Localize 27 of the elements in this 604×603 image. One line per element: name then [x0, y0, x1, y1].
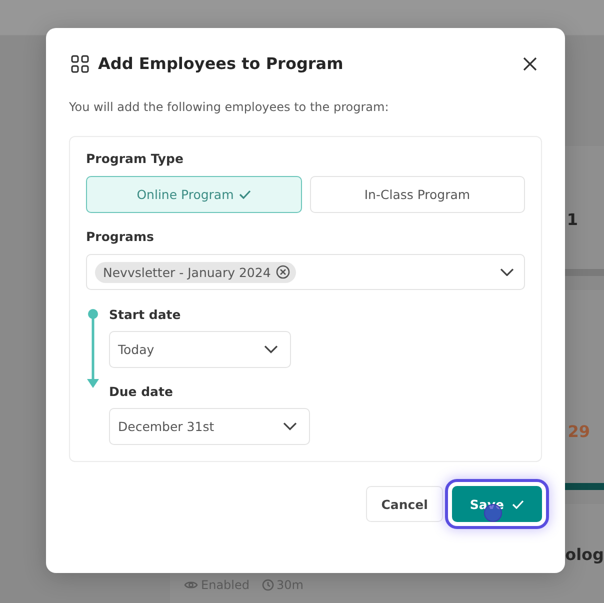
chevron-down-icon: [500, 268, 514, 276]
due-value: 29: [568, 422, 590, 441]
intro-text: You will add the following employees to the program:: [69, 100, 390, 114]
eye-icon: [184, 580, 198, 590]
cancel-button[interactable]: Cancel: [366, 486, 443, 522]
close-icon: [523, 56, 537, 70]
remove-icon[interactable]: [276, 265, 290, 279]
start-date-select[interactable]: Today: [109, 331, 291, 368]
program-chip: Nevvsletter - January 2024: [95, 262, 296, 282]
dialog-title: Add Employees to Program: [98, 54, 344, 73]
chevron-down-icon: [264, 345, 278, 354]
programs-select[interactable]: Nevvsletter - January 2024: [86, 254, 525, 290]
close-button[interactable]: [523, 56, 537, 70]
clock-icon: [262, 579, 274, 591]
check-icon: [238, 190, 251, 199]
field-label: Programs: [86, 229, 155, 244]
field-label: Start date: [109, 307, 182, 322]
program-type-option[interactable]: In-Class Program: [310, 176, 525, 213]
field-label: Due date: [109, 384, 174, 399]
chevron-down-icon: [283, 422, 297, 431]
course-title: olog: [565, 545, 604, 564]
field-label: Program Type: [86, 151, 184, 166]
program-type-option[interactable]: Online Program: [86, 176, 302, 213]
check-icon: [512, 500, 524, 508]
grid-icon: [71, 54, 89, 72]
stat-value: 1: [566, 210, 578, 229]
due-date-select[interactable]: December 31st: [109, 408, 310, 445]
